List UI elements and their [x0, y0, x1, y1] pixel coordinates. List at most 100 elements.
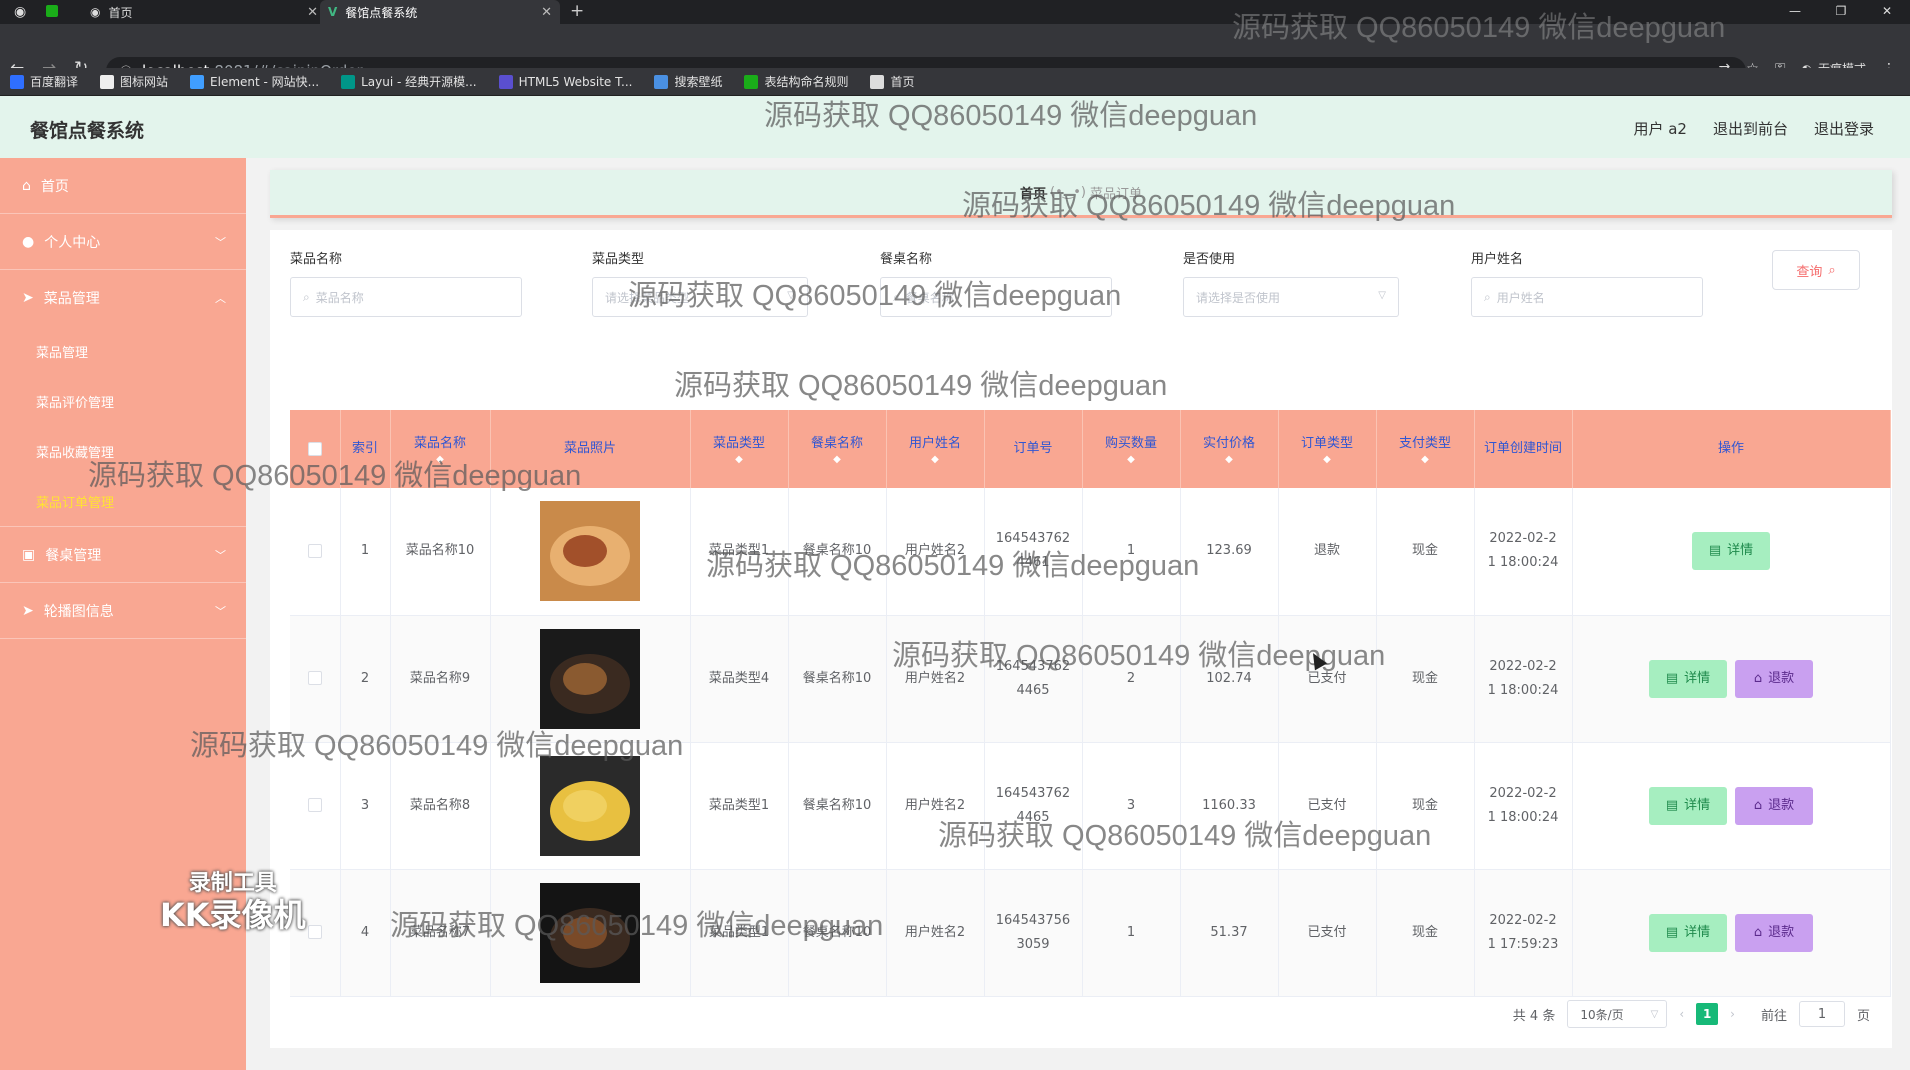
sort-icon[interactable]: ◆	[887, 455, 984, 465]
chevron-down-icon: ﹀	[215, 604, 226, 618]
column-header[interactable]: 索引	[340, 410, 391, 488]
sidebar-item-table-management[interactable]: ▣ 餐桌管理 ﹀	[0, 527, 246, 583]
detail-button[interactable]: ▤ 详情	[1649, 659, 1727, 698]
bookmark-item[interactable]: 首页	[870, 73, 915, 90]
cell-dish-name: 菜品名称10	[405, 543, 475, 559]
submenu-dish-order[interactable]: 菜品订单管理	[0, 476, 246, 526]
bookmark-item[interactable]: HTML5 Website T...	[498, 74, 632, 89]
close-icon[interactable]: ✕	[541, 5, 552, 20]
dish-type-select[interactable]: 请选择菜品类型 ▽	[592, 277, 808, 317]
query-label: 查询	[1796, 264, 1823, 280]
goto-page-input[interactable]: 1	[1798, 1001, 1845, 1027]
dish-submenu: 菜品管理 菜品评价管理 菜品收藏管理 菜品订单管理	[0, 326, 246, 527]
logout-link[interactable]: 退出登录	[1814, 118, 1874, 139]
dish-photo[interactable]	[540, 882, 640, 983]
exit-to-front-link[interactable]: 退出到前台	[1713, 118, 1788, 139]
table-cell: 3	[340, 742, 391, 870]
sidebar-item-profile[interactable]: ● 个人中心 ﹀	[0, 214, 246, 270]
table-cell: 102.74	[1180, 615, 1279, 743]
column-header[interactable]: 实付价格 ◆	[1180, 410, 1279, 488]
table-row[interactable]: 3 菜品名称8 菜品类型1 餐桌名称10 用户姓名2 1645437624465 3 1160…	[290, 742, 1891, 870]
table-row[interactable]: 1 菜品名称10 菜品类型1 餐桌名称10 用户姓名2 1645437624461 1 123…	[290, 488, 1891, 616]
next-page-icon[interactable]: ›	[1730, 1007, 1735, 1021]
close-icon[interactable]: ✕	[307, 5, 318, 20]
row-checkbox[interactable]	[307, 798, 322, 812]
table-row[interactable]: 2 菜品名称9 菜品类型4 餐桌名称10 用户姓名2 1645437624465 2 102.…	[290, 615, 1891, 743]
bookmark-item[interactable]: 百度翻译	[10, 73, 78, 90]
cell-order-type: 已支付	[1307, 924, 1347, 940]
dish-photo[interactable]	[540, 628, 640, 729]
new-tab-icon[interactable]: +	[570, 1, 584, 21]
bookmark-item[interactable]: 图标网站	[100, 73, 168, 90]
sort-icon[interactable]: ◆	[789, 455, 886, 465]
refund-button[interactable]: ⌂ 退款	[1735, 786, 1813, 825]
breadcrumb-home[interactable]: 首页	[1020, 183, 1046, 202]
placeholder: 请选择菜品类型	[605, 290, 690, 305]
prev-page-icon[interactable]: ‹	[1679, 1007, 1684, 1021]
row-checkbox[interactable]	[307, 671, 322, 685]
submenu-dish[interactable]: 菜品管理	[0, 326, 246, 376]
search-field-in-use: 是否使用 请选择是否使用 ▽	[1183, 248, 1399, 317]
close-window-icon[interactable]: ✕	[1864, 0, 1910, 22]
bookmark-item[interactable]: Element - 网站快...	[190, 73, 319, 90]
row-checkbox[interactable]	[307, 543, 322, 558]
cell-price: 102.74	[1206, 670, 1252, 686]
in-use-select[interactable]: 请选择是否使用 ▽	[1183, 277, 1399, 317]
cell-price: 51.37	[1210, 924, 1248, 940]
table-row[interactable]: 4 菜品名称7 菜品类型1 餐桌名称10 用户姓名2 1645437563059 1 51.3…	[290, 869, 1891, 997]
column-header[interactable]: 支付类型 ◆	[1376, 410, 1475, 488]
sidebar-item-dish-management[interactable]: ➤ 菜品管理 ︿	[0, 270, 246, 326]
column-header[interactable]: 订单创建时间	[1474, 410, 1573, 488]
query-button[interactable]: 查询 ⌕	[1772, 250, 1860, 290]
submenu-dish-favorite[interactable]: 菜品收藏管理	[0, 426, 246, 476]
sort-icon[interactable]: ◆	[391, 455, 490, 465]
refund-button[interactable]: ⌂ 退款	[1735, 659, 1813, 698]
sort-icon[interactable]: ◆	[1377, 455, 1474, 465]
column-header[interactable]: 餐桌名称 ◆	[788, 410, 887, 488]
sort-icon[interactable]: ◆	[691, 455, 788, 465]
table-name-input[interactable]: ⌕ 餐桌名称	[880, 277, 1112, 317]
sidebar-item-carousel[interactable]: ➤ 轮播图信息 ﹀	[0, 583, 246, 639]
field-label: 菜品名称	[290, 252, 343, 267]
minimize-icon[interactable]: —	[1772, 0, 1818, 22]
table-body: 1 菜品名称10 菜品类型1 餐桌名称10 用户姓名2 1645437624461 1 123…	[290, 488, 1891, 997]
select-all-checkbox[interactable]	[307, 441, 322, 456]
tab-label: 首页	[108, 5, 133, 20]
page-number[interactable]: 1	[1696, 1003, 1719, 1025]
tab-active[interactable]: V 餐馆点餐系统 ✕	[320, 0, 560, 24]
refund-button[interactable]: ⌂ 退款	[1735, 913, 1813, 952]
user-name-input[interactable]: ⌕ 用户姓名	[1471, 277, 1703, 317]
dish-photo[interactable]	[540, 755, 640, 856]
header-label: 实付价格	[1202, 436, 1255, 451]
placeholder: 菜品名称	[315, 290, 364, 305]
main-area: 首页 (•‿•) 菜品订单 菜品名称 ⌕ 菜品名称 菜品类型 请选择菜品类型 ▽	[246, 158, 1910, 1070]
row-checkbox[interactable]	[307, 925, 322, 939]
column-header[interactable]: 用户姓名 ◆	[886, 410, 985, 488]
dish-name-input[interactable]: ⌕ 菜品名称	[290, 277, 522, 317]
dish-photo[interactable]	[540, 501, 640, 602]
tab-home[interactable]: ◉ 首页 ✕	[82, 0, 326, 24]
sort-icon[interactable]: ◆	[1279, 455, 1376, 465]
restore-icon[interactable]: ❐	[1818, 0, 1864, 22]
sort-icon[interactable]: ◆	[1083, 455, 1180, 465]
bookmark-item[interactable]: Layui - 经典开源模...	[341, 73, 477, 90]
detail-button[interactable]: ▤ 详情	[1692, 532, 1770, 571]
detail-button[interactable]: ▤ 详情	[1649, 786, 1727, 825]
breadcrumb: 首页 (•‿•) 菜品订单	[270, 170, 1892, 218]
submenu-dish-review[interactable]: 菜品评价管理	[0, 376, 246, 426]
column-header[interactable]: 购买数量 ◆	[1082, 410, 1181, 488]
page-size-select[interactable]: 10条/页 ▽	[1567, 1000, 1668, 1028]
column-header[interactable]: 菜品照片	[490, 410, 691, 488]
column-header[interactable]: 菜品类型 ◆	[690, 410, 789, 488]
detail-button[interactable]: ▤ 详情	[1649, 913, 1727, 952]
bookmark-item[interactable]: 表结构命名规则	[744, 73, 848, 90]
app-icon[interactable]	[46, 5, 58, 17]
column-header[interactable]: 菜品名称 ◆	[390, 410, 491, 488]
header-links: 用户 a2 退出到前台 退出登录	[1633, 118, 1874, 139]
browser-menu-icon[interactable]: ◉	[14, 4, 26, 20]
column-header[interactable]: 订单类型 ◆	[1278, 410, 1377, 488]
bookmark-item[interactable]: 搜索壁纸	[654, 73, 722, 90]
sort-icon[interactable]: ◆	[1181, 455, 1278, 465]
sidebar-item-home[interactable]: ⌂ 首页	[0, 158, 246, 214]
column-header[interactable]: 订单号	[984, 410, 1083, 488]
